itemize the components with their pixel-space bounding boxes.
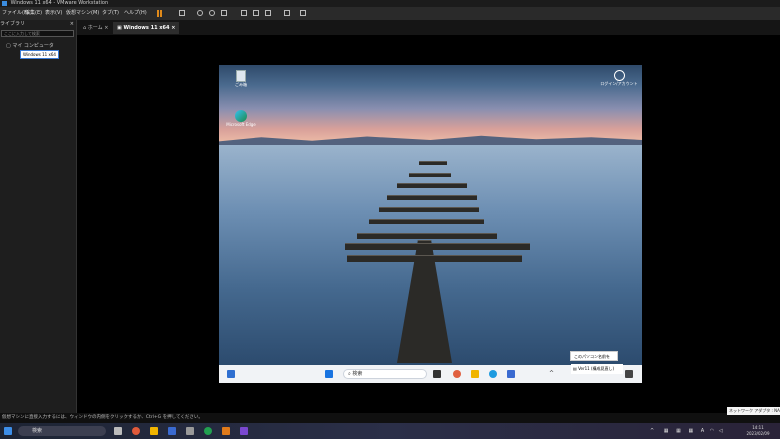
wallpaper-sky	[219, 65, 642, 145]
tab-home[interactable]: ⌂ ホーム ×	[79, 22, 112, 34]
tray-app-icon[interactable]: ▦	[664, 428, 669, 434]
recycle-bin-icon[interactable]: ごみ箱	[229, 70, 253, 88]
pier-plank	[369, 219, 484, 224]
guest-search-box[interactable]: ⌕ 検索	[343, 369, 427, 379]
title-bar: Windows 11 x64 - VMware Workstation	[0, 0, 780, 7]
tab-bar: ⌂ ホーム × ▣ Windows 11 x64 ×	[77, 20, 780, 35]
app-icon[interactable]	[168, 427, 176, 435]
chevron-up-icon[interactable]: ^	[650, 428, 654, 434]
menu-bar: ファイル(F) 編集(E) 表示(V) 仮想マシン(M) タブ(T) ヘルプ(H…	[0, 7, 780, 20]
pier-plank	[345, 243, 530, 250]
pier-plank	[379, 207, 479, 212]
edge-icon[interactable]: Microsoft Edge	[223, 110, 259, 127]
network-tooltip: ネットワーク アダプタ : NA	[727, 407, 780, 415]
pier-plank	[419, 161, 447, 165]
tree-item-my-computer[interactable]: ▢ マイ コンピュータ	[6, 42, 54, 49]
unity-icon[interactable]	[283, 9, 292, 18]
menu-help[interactable]: ヘルプ(H)	[124, 7, 147, 20]
tray-app-icon[interactable]: ▦	[688, 428, 693, 434]
wifi-icon[interactable]: ◠	[710, 428, 714, 434]
windows-start-icon[interactable]	[4, 427, 12, 435]
guest-notification-1: このパソコン名前を	[570, 351, 618, 361]
pier-plank	[409, 173, 451, 177]
copilot-icon[interactable]	[453, 370, 461, 378]
host-taskbar: 検索 ^ ▦ ▦ ▦ A ◠ ◁ 14:11 2023/02/09	[0, 423, 780, 439]
library-header: ライブラリ ×	[0, 20, 76, 28]
system-tray: ^ ▦ ▦ ▦ A ◠ ◁	[650, 423, 723, 439]
menu-edit[interactable]: 編集(E)	[25, 7, 42, 20]
user-account-icon[interactable]: ログイン/アカウント	[599, 70, 639, 87]
app-icon[interactable]	[186, 427, 194, 435]
tree-item-vm[interactable]: Windows 11 x64	[20, 50, 59, 59]
notification-icon[interactable]	[625, 370, 633, 378]
tray-app-icon[interactable]: ▦	[676, 428, 681, 434]
vmware-icon[interactable]	[222, 427, 230, 435]
host-search-box[interactable]: 検索	[18, 426, 106, 436]
pier-plank	[347, 255, 522, 262]
close-icon[interactable]: ×	[70, 20, 74, 28]
thumbnail-bar-icon[interactable]	[252, 9, 261, 18]
status-bar: 仮想マシンに直接入力するには、ウィンドウの内側をクリックするか、Ctrl+G を…	[0, 413, 780, 423]
pier-plank	[397, 183, 467, 188]
pier-plank	[357, 233, 497, 239]
ime-icon[interactable]: A	[701, 428, 704, 434]
guest-notification-2: ▤ Ver11 (構成見直し)	[571, 364, 623, 374]
app-icon[interactable]	[240, 427, 248, 435]
speaker-icon[interactable]: ◁	[719, 428, 723, 434]
menu-vm[interactable]: 仮想マシン(M)	[66, 7, 99, 20]
library-search-input[interactable]: ここに入力して検索	[1, 30, 74, 37]
send-ctrl-alt-del-icon[interactable]	[178, 9, 187, 18]
file-explorer-icon[interactable]	[150, 427, 158, 435]
edge-taskbar-icon[interactable]	[489, 370, 497, 378]
pier-plank	[387, 195, 477, 200]
show-library-icon[interactable]	[240, 9, 249, 18]
guest-screen[interactable]: ごみ箱 Microsoft Edge ログイン/アカウント ⌕ 検索 ^	[219, 65, 642, 383]
full-screen-icon[interactable]	[264, 9, 273, 18]
store-icon[interactable]	[507, 370, 515, 378]
start-icon[interactable]	[325, 370, 333, 378]
menu-tabs[interactable]: タブ(T)	[102, 7, 119, 20]
stretch-guest-icon[interactable]	[299, 9, 308, 18]
menu-view[interactable]: 表示(V)	[45, 7, 62, 20]
chevron-up-icon[interactable]: ^	[549, 370, 557, 378]
task-view-icon[interactable]	[114, 427, 122, 435]
task-view-icon[interactable]	[433, 370, 441, 378]
library-title: ライブラリ	[0, 21, 26, 27]
widgets-icon[interactable]	[227, 370, 235, 378]
copilot-icon[interactable]	[132, 427, 140, 435]
window-title: Windows 11 x64 - VMware Workstation	[10, 0, 109, 6]
tab-vm[interactable]: ▣ Windows 11 x64 ×	[113, 22, 180, 34]
pause-icon[interactable]	[155, 9, 164, 18]
snapshot-icon[interactable]	[196, 9, 205, 18]
snapshot-manager-icon[interactable]	[220, 9, 229, 18]
file-explorer-icon[interactable]	[471, 370, 479, 378]
revert-snapshot-icon[interactable]	[208, 9, 217, 18]
library-panel: ライブラリ × ここに入力して検索 ▢ マイ コンピュータ Windows 11…	[0, 20, 77, 413]
chrome-icon[interactable]	[204, 427, 212, 435]
vmware-logo-icon	[2, 1, 7, 6]
clock[interactable]: 14:11 2023/02/09	[738, 425, 778, 437]
